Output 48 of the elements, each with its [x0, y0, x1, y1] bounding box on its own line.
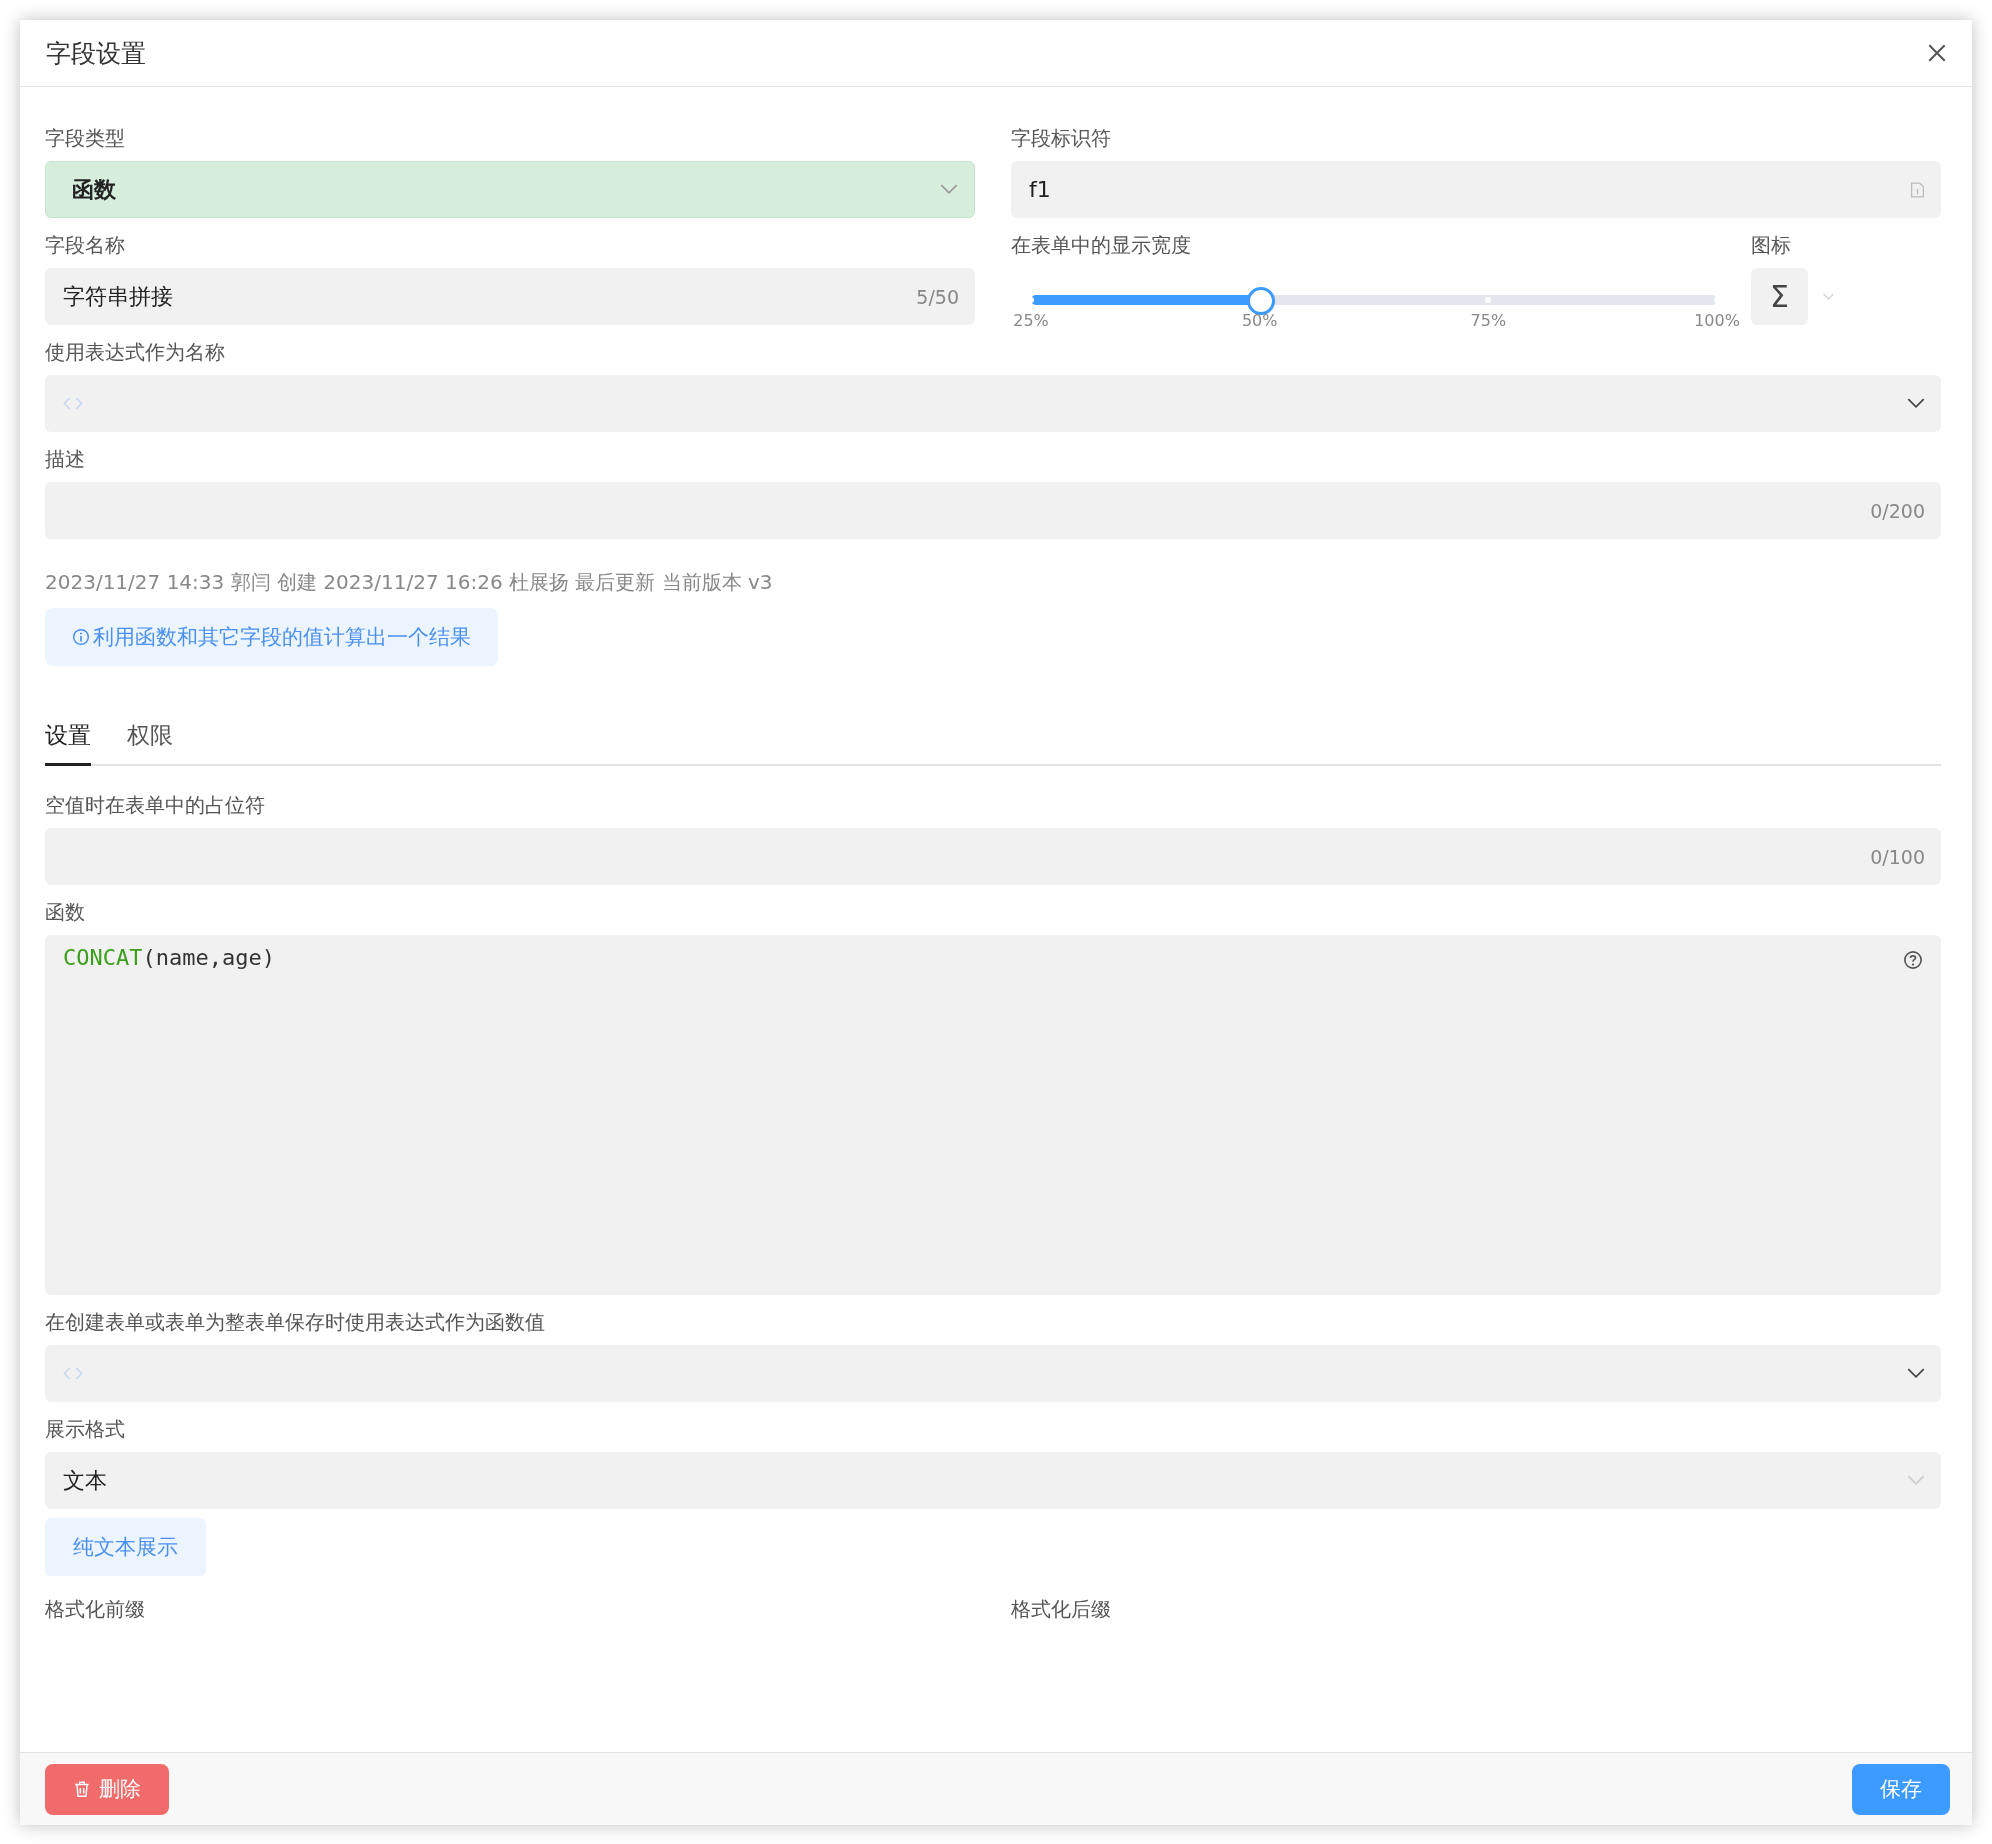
info-icon — [72, 628, 90, 646]
code-icon — [63, 1367, 83, 1380]
expression-select[interactable] — [45, 1345, 1941, 1402]
slider-mark: 25% — [1013, 311, 1049, 330]
field-label: 描述 — [45, 446, 86, 473]
field-name-input[interactable]: 字符串拼接 5/50 — [45, 268, 975, 325]
format-select[interactable]: 文本 — [45, 1452, 1941, 1509]
field-label: 图标 — [1751, 232, 1792, 259]
field-label: 字段类型 — [45, 125, 126, 152]
char-counter: 0/200 — [1870, 499, 1925, 522]
document-icon[interactable] — [1910, 180, 1925, 199]
field-label: 格式化前缀 — [45, 1596, 146, 1623]
formula-text: CONCAT(name,age) — [63, 945, 275, 970]
field-type-select[interactable]: 函数 — [45, 161, 975, 218]
identifier-field[interactable]: f1 — [1011, 161, 1941, 218]
code-icon — [63, 397, 83, 410]
field-label: 函数 — [45, 899, 86, 926]
chevron-icon — [1907, 398, 1925, 409]
slider-handle[interactable] — [1246, 287, 1275, 315]
help-icon[interactable] — [1903, 950, 1923, 970]
tab[interactable]: 权限 — [127, 720, 173, 766]
chevron-icon — [1907, 1475, 1925, 1486]
field-label: 在创建表单或表单为整表单保存时使用表达式作为函数值 — [45, 1309, 546, 1336]
field-label: 字段标识符 — [1011, 125, 1112, 152]
expression-select[interactable] — [45, 375, 1941, 432]
field-label: 字段名称 — [45, 232, 126, 259]
field-label: 格式化后缀 — [1011, 1596, 1112, 1623]
dialog-title: 字段设置 — [46, 37, 146, 70]
icon-picker-button[interactable]: Σ — [1751, 268, 1808, 325]
field-label: 空值时在表单中的占位符 — [45, 792, 266, 819]
field-label: 在表单中的显示宽度 — [1011, 232, 1192, 259]
code-editor[interactable]: CONCAT(name,age) — [45, 935, 1941, 1295]
info-tip-text: 利用函数和其它字段的值计算出一个结果 — [93, 624, 471, 651]
audit-info: 2023/11/27 14:33 郭闫 创建 2023/11/27 16:26 杜展扬 最后更新 当前版本 v3 — [45, 569, 774, 596]
slider-mark: 50% — [1241, 311, 1278, 330]
tab[interactable]: 设置 — [45, 720, 91, 766]
char-counter: 0/100 — [1870, 845, 1925, 868]
slider-mark: 75% — [1470, 311, 1507, 330]
chevron-icon — [940, 184, 958, 195]
close-icon[interactable] — [1926, 42, 1948, 64]
chevron-icon[interactable] — [1822, 292, 1835, 301]
trash-icon — [73, 1780, 91, 1798]
chevron-icon — [1907, 1368, 1925, 1379]
slider-mark: 100% — [1694, 311, 1740, 330]
char-counter: 5/50 — [916, 285, 959, 308]
field-label: 使用表达式作为名称 — [45, 339, 226, 366]
format-hint: 纯文本展示 — [45, 1518, 206, 1576]
field-label: 展示格式 — [45, 1416, 126, 1443]
